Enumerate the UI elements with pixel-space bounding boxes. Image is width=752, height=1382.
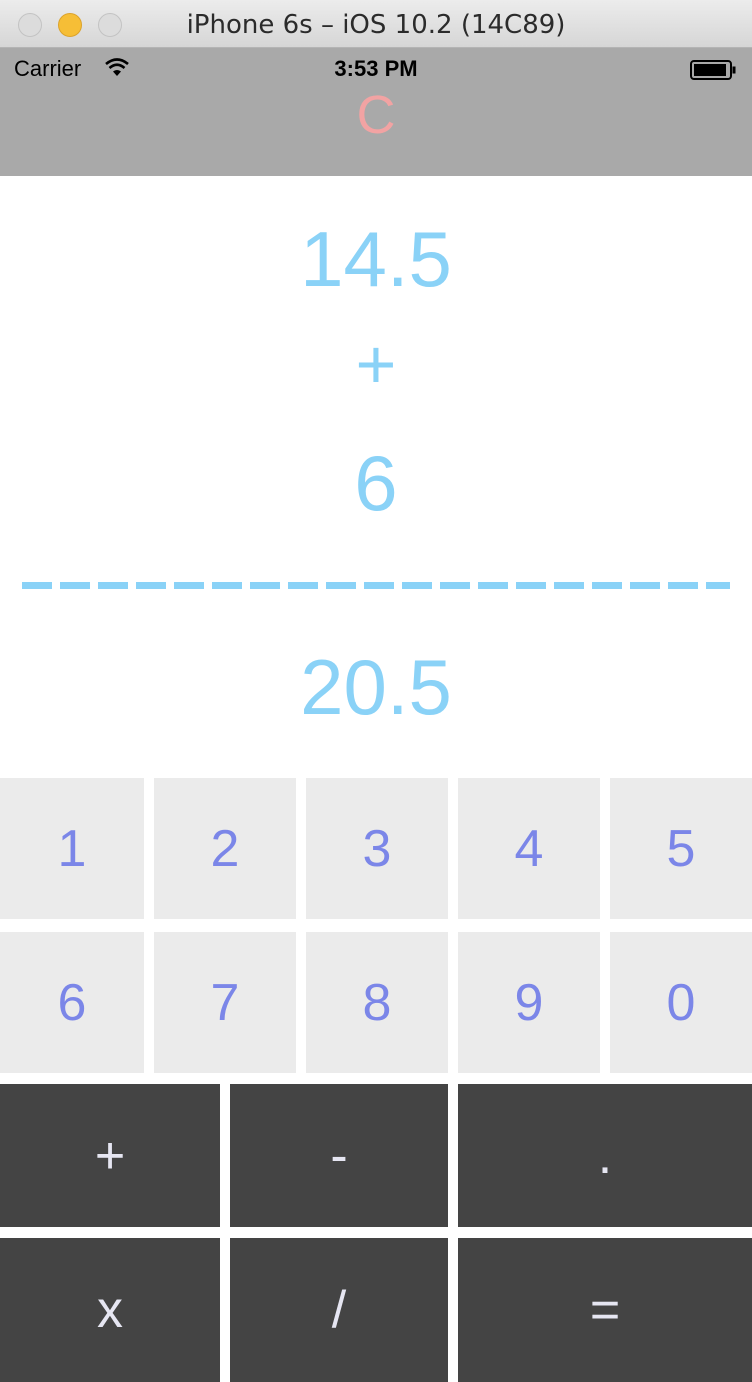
clear-button[interactable]: C <box>326 82 426 148</box>
simulator-title-bar: iPhone 6s – iOS 10.2 (14C89) <box>0 0 752 48</box>
key-0[interactable]: 0 <box>610 932 752 1073</box>
key-1[interactable]: 1 <box>0 778 144 919</box>
key-2[interactable]: 2 <box>154 778 296 919</box>
key-7[interactable]: 7 <box>154 932 296 1073</box>
app-header: Carrier 3:53 PM C <box>0 48 752 176</box>
key-8[interactable]: 8 <box>306 932 448 1073</box>
key-6[interactable]: 6 <box>0 932 144 1073</box>
minus-button[interactable]: - <box>230 1084 448 1227</box>
plus-button[interactable]: + <box>0 1084 220 1227</box>
status-time: 3:53 PM <box>334 56 418 81</box>
key-9[interactable]: 9 <box>458 932 600 1073</box>
second-operand: 6 <box>354 439 398 527</box>
result-value: 20.5 <box>300 643 452 731</box>
key-5[interactable]: 5 <box>610 778 752 919</box>
window-title: iPhone 6s – iOS 10.2 (14C89) <box>186 10 566 40</box>
first-operand: 14.5 <box>300 215 452 303</box>
key-3[interactable]: 3 <box>306 778 448 919</box>
decimal-button[interactable]: . <box>458 1084 752 1227</box>
calculator-display: 14.5 + 6 20.5 <box>0 176 752 776</box>
dashed-divider <box>22 582 730 589</box>
multiply-button[interactable]: x <box>0 1238 220 1382</box>
operator-symbol: + <box>355 325 397 403</box>
equals-button[interactable]: = <box>458 1238 752 1382</box>
divide-button[interactable]: / <box>230 1238 448 1382</box>
key-4[interactable]: 4 <box>458 778 600 919</box>
battery-icon <box>690 60 736 80</box>
